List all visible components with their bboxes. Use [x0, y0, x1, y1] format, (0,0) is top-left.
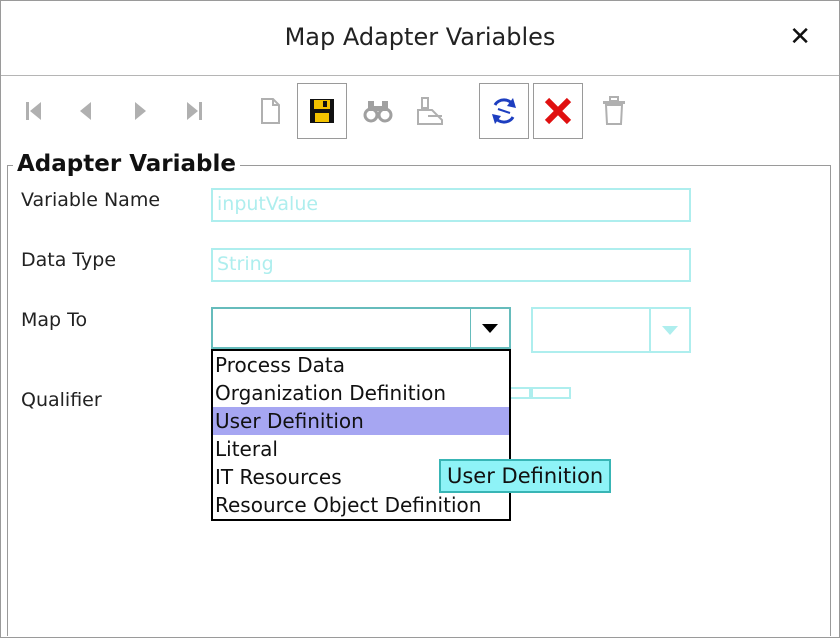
- close-icon[interactable]: ✕: [789, 23, 811, 51]
- dropdown-option-process-data[interactable]: Process Data: [213, 351, 509, 379]
- skip-first-icon: [26, 102, 41, 120]
- toolbar: [1, 81, 839, 143]
- new-button[interactable]: [245, 83, 295, 139]
- chevron-down-icon: [482, 324, 498, 333]
- clear-query-button[interactable]: [405, 83, 455, 139]
- map-to-secondary-select: [531, 307, 691, 353]
- variable-name-field: inputValue: [211, 188, 691, 222]
- map-to-dropdown-list: Process Data Organization Definition Use…: [211, 349, 511, 521]
- red-x-icon: [544, 97, 572, 125]
- next-icon: [135, 102, 146, 120]
- delete-button[interactable]: [589, 83, 639, 139]
- dropdown-option-resource-object-definition[interactable]: Resource Object Definition: [213, 491, 509, 519]
- previous-record-button[interactable]: [61, 83, 111, 139]
- data-type-field: String: [211, 248, 691, 282]
- qualifier-label: Qualifier: [21, 389, 102, 411]
- variable-name-label: Variable Name: [21, 189, 161, 211]
- map-to-label: Map To: [21, 309, 88, 331]
- qualifier-field: [509, 387, 531, 399]
- title-bar: Map Adapter Variables ✕: [1, 1, 839, 76]
- skip-last-icon: [187, 102, 202, 120]
- refresh-icon: [492, 98, 516, 124]
- binoculars-icon: [363, 101, 393, 123]
- first-record-button[interactable]: [9, 83, 59, 139]
- chevron-down-icon: [662, 326, 678, 335]
- eraser-icon: [417, 97, 443, 125]
- query-button[interactable]: [353, 83, 403, 139]
- option-tooltip: User Definition: [439, 459, 612, 493]
- dropdown-option-organization-definition[interactable]: Organization Definition: [213, 379, 509, 407]
- save-button[interactable]: [297, 83, 347, 139]
- dropdown-option-user-definition[interactable]: User Definition: [213, 407, 509, 435]
- last-record-button[interactable]: [169, 83, 219, 139]
- map-adapter-variables-dialog: Map Adapter Variables ✕ Adapter Variable…: [0, 0, 840, 638]
- refresh-button[interactable]: [479, 83, 529, 139]
- trash-icon: [603, 96, 625, 125]
- map-to-dropdown-button[interactable]: [470, 309, 509, 347]
- new-document-icon: [261, 98, 280, 124]
- dialog-title: Map Adapter Variables: [284, 23, 556, 51]
- data-type-label: Data Type: [21, 249, 117, 271]
- prev-icon: [80, 102, 91, 120]
- qualifier-secondary-field: [531, 387, 571, 399]
- cancel-button[interactable]: [533, 83, 583, 139]
- group-legend: Adapter Variable: [13, 151, 240, 177]
- secondary-dropdown-button: [649, 309, 689, 351]
- floppy-save-icon: [310, 99, 334, 123]
- next-record-button[interactable]: [115, 83, 165, 139]
- map-to-select[interactable]: [211, 307, 511, 349]
